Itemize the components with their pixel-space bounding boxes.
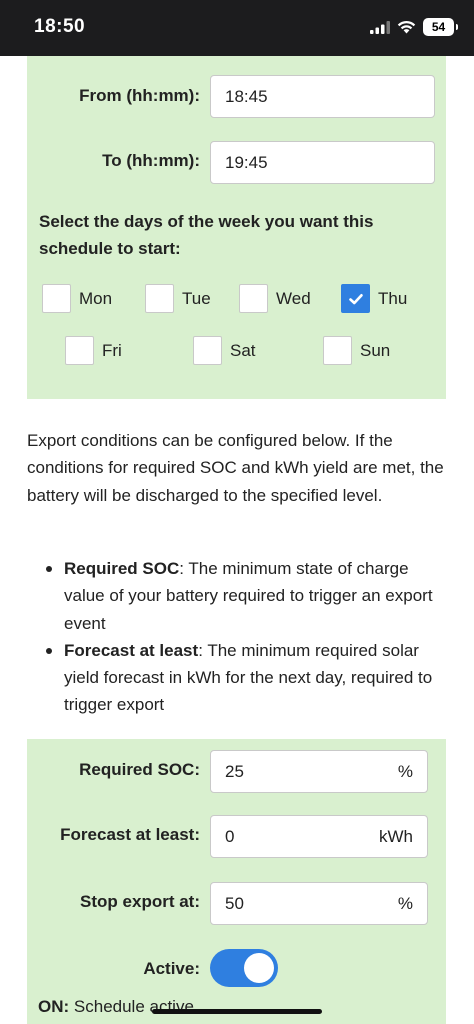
stop-unit: %	[397, 893, 413, 913]
export-panel: Required SOC: 25 % Forecast at least: 0 …	[27, 739, 446, 1024]
checkmark-icon	[348, 293, 363, 304]
battery-level: 54	[431, 20, 446, 34]
day-label: Thu	[378, 288, 408, 308]
to-label: To (hh:mm):	[102, 151, 200, 170]
from-label: From (hh:mm):	[79, 86, 200, 105]
day-thu[interactable]: Thu	[341, 284, 407, 313]
days-title: Select the days of the week you want thi…	[39, 212, 374, 258]
forecast-value: 0	[225, 826, 235, 846]
bullet-term: Required SOC	[64, 559, 180, 578]
required-soc-label: Required SOC:	[79, 760, 200, 779]
status-icons: 54	[370, 18, 458, 36]
required-soc-input[interactable]: 25 %	[210, 750, 428, 793]
forecast-input[interactable]: 0 kWh	[210, 815, 428, 858]
day-label: Fri	[102, 340, 122, 360]
bullet-term: Forecast at least	[64, 640, 199, 660]
cellular-signal-icon	[370, 20, 390, 34]
stop-export-value: 50	[225, 893, 244, 913]
day-label: Wed	[276, 288, 311, 308]
stop-export-label: Stop export at:	[80, 892, 200, 911]
day-label: Sat	[230, 340, 256, 360]
thu-checkbox[interactable]	[341, 284, 370, 313]
battery-icon: 54	[423, 18, 458, 36]
day-label: Mon	[79, 288, 113, 308]
sat-checkbox[interactable]	[193, 336, 222, 365]
schedule-panel: From (hh:mm): 18:45 To (hh:mm): 19:45 Se…	[27, 56, 446, 399]
status-bar: 18:50 54	[0, 0, 474, 56]
fri-checkbox[interactable]	[65, 336, 94, 365]
day-tue[interactable]: Tue	[145, 284, 211, 313]
to-time-input[interactable]: 19:45	[210, 141, 435, 184]
day-wed[interactable]: Wed	[239, 284, 311, 313]
day-sun[interactable]: Sun	[323, 336, 390, 365]
mon-checkbox[interactable]	[42, 284, 71, 313]
day-label: Sun	[360, 340, 391, 360]
to-time-value: 19:45	[225, 152, 268, 172]
toggle-knob	[244, 953, 274, 983]
day-sat[interactable]: Sat	[193, 336, 256, 365]
wed-checkbox[interactable]	[239, 284, 268, 313]
tue-checkbox[interactable]	[145, 284, 174, 313]
info-bullet-list: Required SOC: The minimum state of charg…	[46, 555, 448, 719]
export-info-text: Export conditions can be configured belo…	[27, 431, 444, 505]
soc-unit: %	[397, 761, 413, 781]
list-item: Forecast at least: The minimum required …	[46, 637, 448, 719]
from-time-input[interactable]: 18:45	[210, 75, 435, 118]
home-indicator	[152, 1009, 322, 1014]
schedule-status: ON: Schedule active	[38, 997, 194, 1017]
wifi-icon	[397, 20, 416, 34]
from-time-value: 18:45	[225, 86, 268, 106]
sun-checkbox[interactable]	[323, 336, 352, 365]
day-mon[interactable]: Mon	[42, 284, 112, 313]
required-soc-value: 25	[225, 761, 244, 781]
list-item: Required SOC: The minimum state of charg…	[46, 555, 448, 637]
active-label: Active:	[143, 959, 200, 978]
status-prefix: ON:	[38, 997, 70, 1016]
day-label: Tue	[182, 288, 211, 308]
forecast-label: Forecast at least:	[60, 825, 200, 844]
forecast-unit: kWh	[379, 826, 413, 846]
active-toggle[interactable]	[210, 949, 278, 987]
day-fri[interactable]: Fri	[65, 336, 122, 365]
status-time: 18:50	[34, 16, 86, 37]
stop-export-input[interactable]: 50 %	[210, 882, 428, 925]
